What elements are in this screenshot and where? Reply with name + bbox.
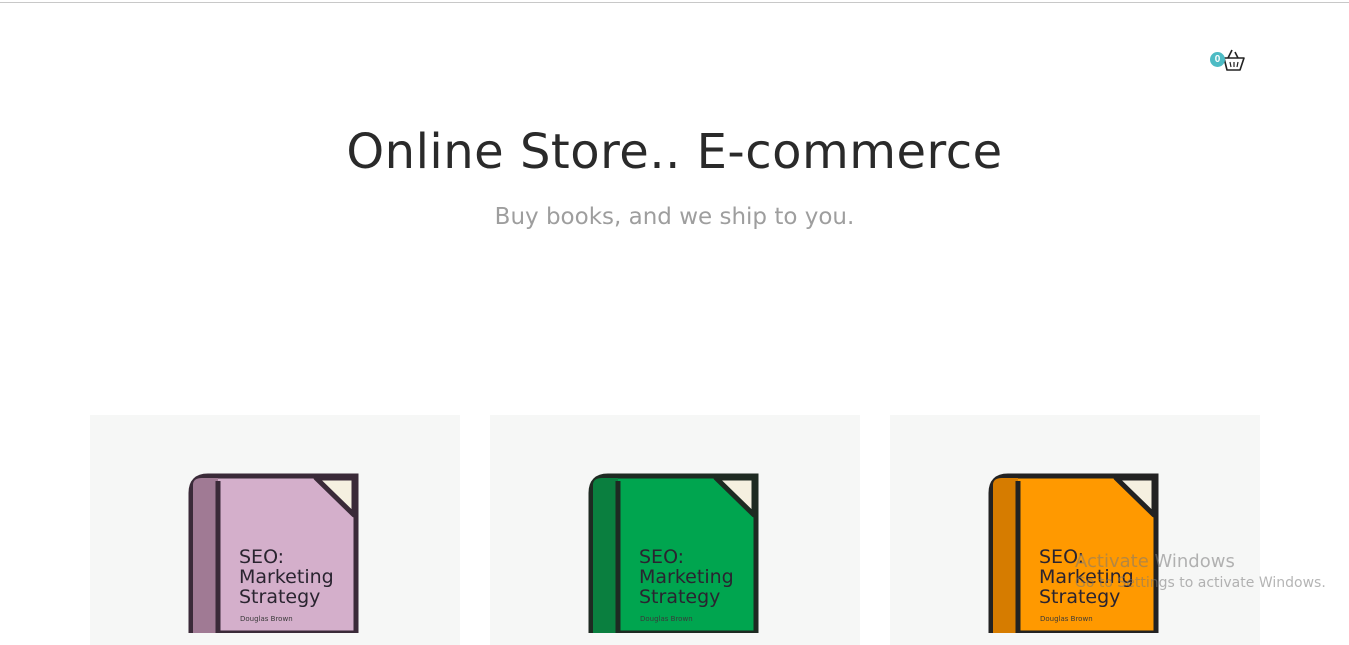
- book-author: Douglas Brown: [640, 615, 693, 623]
- cart-button[interactable]: 0: [1210, 48, 1248, 76]
- product-card[interactable]: SEO: Marketing Strategy Douglas Brown: [90, 415, 460, 645]
- book-title: SEO: Marketing Strategy: [639, 546, 734, 608]
- book-title: SEO: Marketing Strategy: [239, 546, 334, 608]
- cart-count-badge: 0: [1210, 52, 1225, 67]
- activation-watermark: Activate Windows Go to Settings to activ…: [1075, 551, 1326, 591]
- top-border: [0, 2, 1349, 3]
- book-author: Douglas Brown: [240, 615, 293, 623]
- product-card[interactable]: SEO: Marketing Strategy Douglas Brown: [890, 415, 1260, 645]
- book-author: Douglas Brown: [1040, 615, 1093, 623]
- page-title: Online Store.. E-commerce: [346, 124, 1003, 180]
- product-card[interactable]: SEO: Marketing Strategy Douglas Brown: [490, 415, 860, 645]
- page-subtitle: Buy books, and we ship to you.: [494, 204, 855, 230]
